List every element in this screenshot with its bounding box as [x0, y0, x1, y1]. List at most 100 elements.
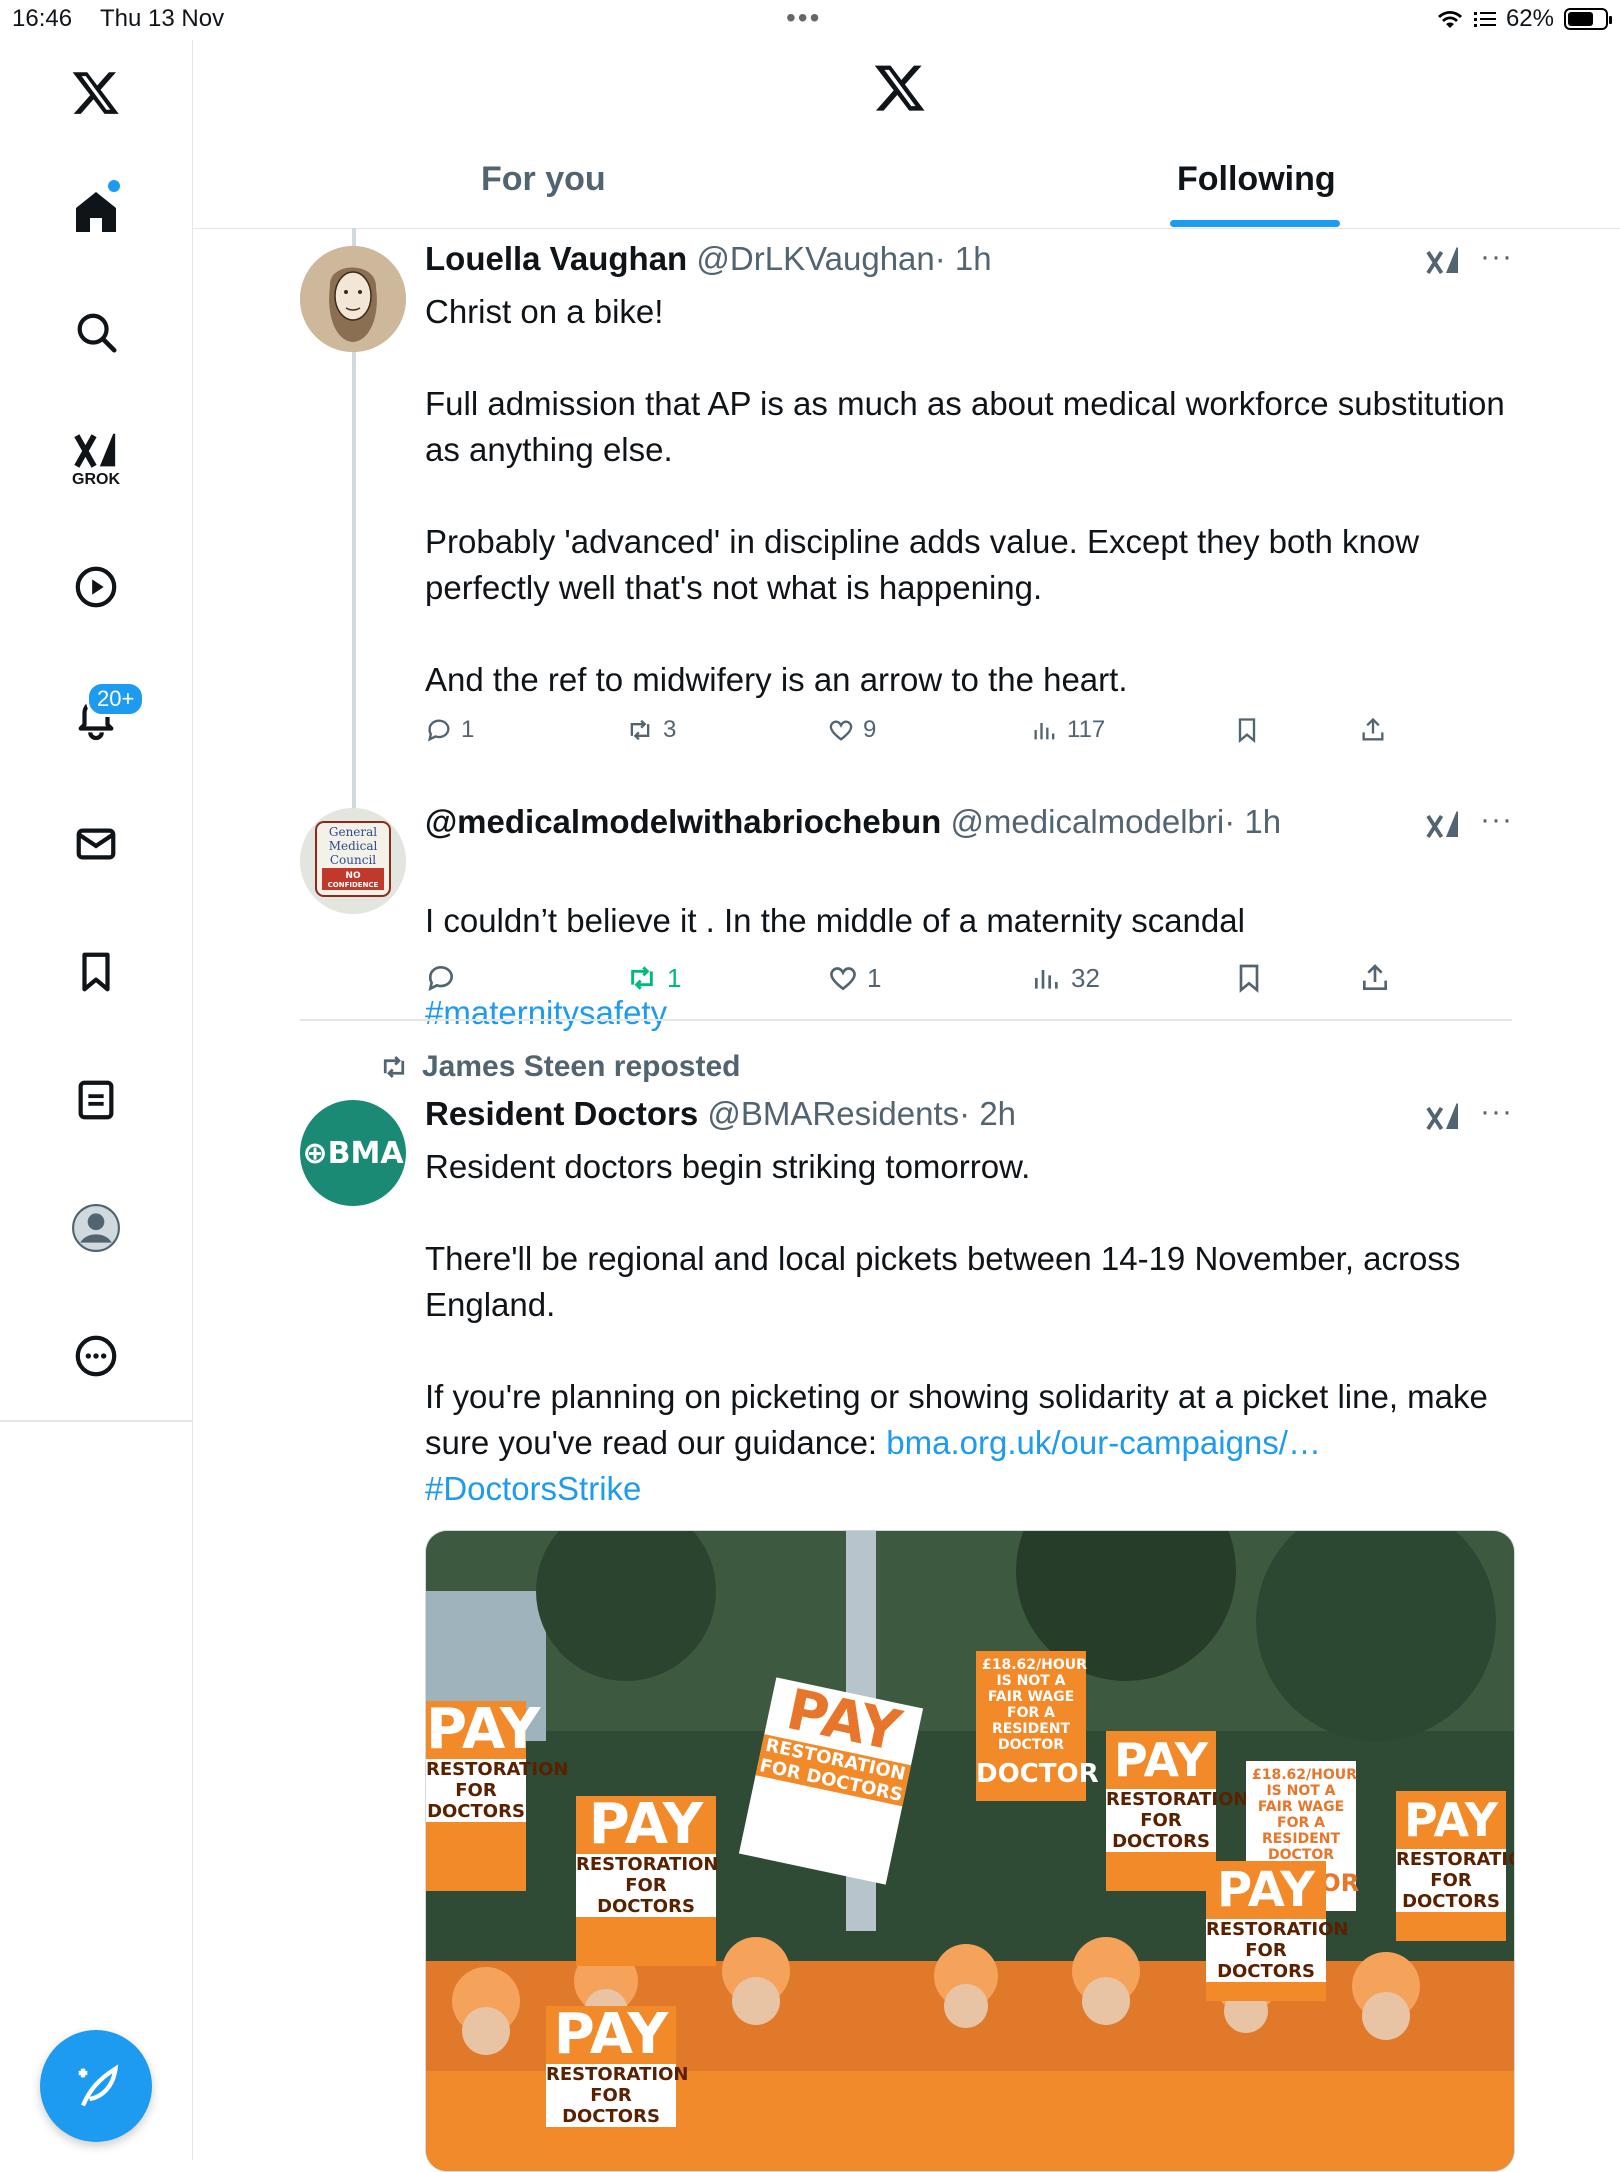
reply-button[interactable]: 1 — [425, 716, 474, 744]
sidebar: GROK 20+ — [0, 40, 193, 2160]
avatar[interactable]: General Medical Council NO CONFIDENCE — [300, 808, 406, 914]
notifications-icon[interactable]: 20+ — [64, 681, 146, 749]
tweet-header: Resident Doctors @BMAResidents· 2h — [425, 1095, 1016, 1133]
repost-icon — [630, 719, 650, 741]
multitasking-dots-icon[interactable]: ••• — [786, 2, 821, 34]
share-icon — [1363, 964, 1387, 990]
repost-count: 3 — [663, 716, 677, 743]
compose-feather-icon — [78, 2064, 119, 2107]
author-name[interactable]: Louella Vaughan — [425, 240, 687, 277]
share-button[interactable] — [1359, 962, 1391, 994]
bookmarks-icon[interactable] — [64, 940, 128, 1004]
tweet-text: Resident doctors begin striking tomorrow… — [425, 1144, 1525, 1512]
timeline-header: For you Following — [193, 40, 1620, 229]
tweet-text: Christ on a bike! Full admission that AP… — [425, 293, 1505, 698]
bookmark-button[interactable] — [1233, 716, 1261, 744]
status-right: 62% — [1436, 5, 1612, 33]
reply-button[interactable] — [425, 962, 457, 994]
battery-icon — [1564, 8, 1612, 30]
tweet-text: I couldn’t believe it . In the middle of… — [425, 852, 1525, 1036]
like-button[interactable]: 1 — [827, 962, 881, 994]
tweet-time[interactable]: · 1h — [935, 240, 992, 277]
more-options-icon[interactable]: ··· — [1480, 803, 1513, 837]
tweet-time[interactable]: · 1h — [1224, 803, 1281, 840]
like-button[interactable]: 9 — [827, 716, 876, 744]
heart-icon — [830, 967, 856, 991]
avatar[interactable]: ⊕BMA — [300, 1100, 406, 1206]
tab-active-indicator — [1170, 220, 1340, 227]
author-handle[interactable]: @medicalmodelbri — [950, 803, 1224, 840]
reply-icon — [427, 719, 450, 742]
more-options-icon[interactable]: ··· — [1480, 1095, 1513, 1129]
bookmark-icon — [1238, 718, 1256, 743]
list-icon — [1473, 12, 1496, 27]
status-date: Thu 13 Nov — [100, 5, 225, 32]
repost-button[interactable]: 3 — [625, 716, 676, 744]
views-icon — [1035, 970, 1058, 989]
avatar-text: NO — [345, 871, 361, 881]
avatar-text: Council — [330, 853, 376, 867]
repost-button[interactable]: 1 — [625, 962, 681, 994]
grok-icon[interactable] — [1425, 244, 1461, 278]
grok-icon[interactable] — [1425, 808, 1461, 842]
profile-avatar[interactable] — [64, 1196, 128, 1260]
x-logo-icon[interactable] — [64, 60, 128, 124]
grok-icon[interactable] — [1425, 1100, 1461, 1134]
tweet-actions: 1 3 9 117 — [425, 716, 1445, 756]
home-unread-dot — [108, 180, 120, 192]
heart-icon — [829, 720, 853, 741]
sidebar-divider — [0, 1420, 192, 1422]
status-bar: 16:46 Thu 13 Nov ••• 62% — [0, 0, 1620, 40]
author-name[interactable]: @medicalmodelwithabriochebun — [425, 803, 941, 840]
placard: PAYRESTORATION FOR DOCTORS — [426, 1701, 568, 1891]
tweet-time[interactable]: · 2h — [959, 1095, 1016, 1132]
author-handle[interactable]: @DrLKVaughan — [696, 240, 934, 277]
placard: PAYRESTORATION FOR DOCTORS — [1106, 1731, 1248, 1891]
tweet-image[interactable]: PAY RESTORATION FOR DOCTORS PAY RESTORATIO… — [425, 1530, 1515, 2172]
repost-context[interactable]: James Steen reposted — [378, 1050, 740, 1084]
tab-following[interactable]: Following — [1177, 160, 1336, 199]
x-header-logo-icon — [873, 60, 927, 119]
more-options-icon[interactable]: ··· — [1480, 240, 1513, 274]
reposted-by: James Steen reposted — [422, 1050, 741, 1083]
placard: PAYRESTORATION FOR DOCTORS — [1396, 1791, 1514, 1941]
views-count: 32 — [1071, 962, 1100, 993]
repost-icon — [383, 1056, 405, 1078]
avatar-bma-logo: ⊕BMA — [302, 1135, 404, 1171]
views-button[interactable]: 32 — [1031, 962, 1100, 994]
wifi-icon — [1437, 11, 1462, 28]
video-icon[interactable] — [64, 555, 128, 619]
messages-icon[interactable] — [64, 812, 128, 876]
avatar[interactable] — [300, 246, 406, 352]
articles-icon[interactable] — [64, 1068, 128, 1132]
share-button[interactable] — [1359, 716, 1387, 744]
hashtag-link[interactable]: #DoctorsStrike — [425, 1470, 641, 1507]
views-button[interactable]: 117 — [1031, 716, 1105, 744]
home-icon[interactable] — [64, 180, 128, 244]
tab-for-you[interactable]: For you — [481, 160, 606, 199]
avatar-text: CONFIDENCE — [328, 881, 379, 889]
grok-label: GROK — [72, 471, 120, 488]
like-count: 1 — [867, 962, 882, 993]
more-icon[interactable] — [64, 1324, 128, 1388]
search-icon[interactable] — [64, 300, 128, 364]
author-handle[interactable]: @BMAResidents — [707, 1095, 959, 1132]
bookmark-button[interactable] — [1233, 962, 1265, 994]
repost-count: 1 — [667, 962, 682, 993]
grok-nav[interactable]: GROK — [64, 420, 128, 500]
avatar-text: Medical — [329, 839, 378, 853]
repost-icon — [631, 966, 653, 990]
tweet-header: Louella Vaughan @DrLKVaughan· 1h — [425, 240, 992, 278]
tweet-text-body: I couldn’t believe it . In the middle of… — [425, 902, 1245, 939]
author-name[interactable]: Resident Doctors — [425, 1095, 698, 1132]
share-icon — [1362, 717, 1384, 741]
tweet-text-body: Resident doctors begin striking tomorrow… — [425, 1148, 1488, 1461]
bookmark-icon — [1239, 964, 1259, 993]
external-link[interactable]: bma.org.uk/our-campaigns/… — [886, 1424, 1321, 1461]
tweet-header: @medicalmodelwithabriochebun @medicalmod… — [425, 803, 1281, 841]
like-count: 9 — [863, 716, 877, 743]
reply-icon — [428, 966, 453, 992]
compose-button[interactable] — [40, 2030, 152, 2142]
notifications-badge: 20+ — [86, 681, 146, 717]
reply-count: 1 — [461, 716, 475, 743]
